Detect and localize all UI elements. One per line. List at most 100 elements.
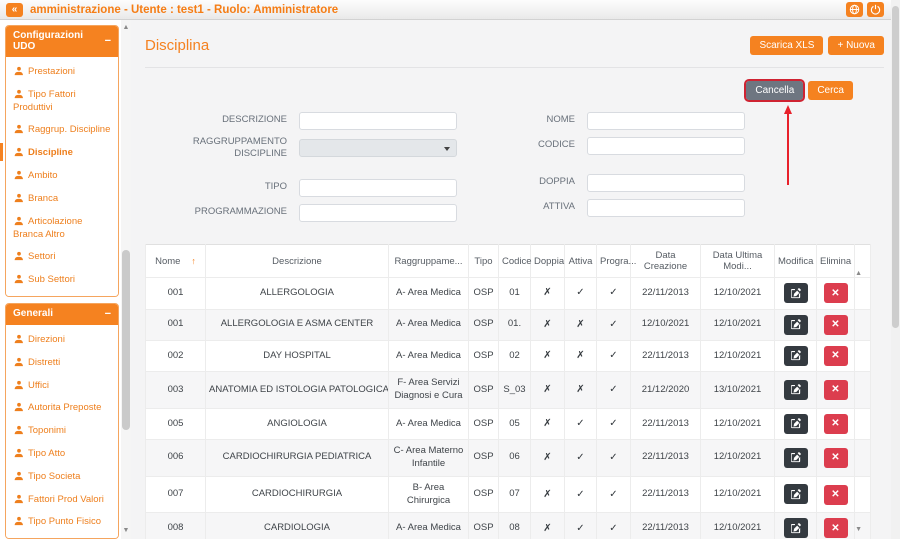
- cell-codice: 07: [499, 476, 531, 513]
- sidebar-item-articolazione-branca-altro[interactable]: Articolazione Branca Altro: [11, 211, 116, 247]
- column-header-codice[interactable]: Codice: [499, 245, 531, 278]
- collapse-minus-icon[interactable]: −: [105, 35, 111, 47]
- delete-button[interactable]: ✕: [824, 315, 848, 335]
- filter-control: [587, 110, 745, 130]
- sidebar-item-tipo-atto[interactable]: Tipo Atto: [11, 443, 116, 466]
- delete-button[interactable]: ✕: [824, 283, 848, 303]
- search-button[interactable]: Cerca: [808, 81, 853, 100]
- scroll-up-icon[interactable]: ▲: [121, 23, 131, 33]
- page-scrollbar[interactable]: [891, 0, 900, 539]
- collapse-minus-icon[interactable]: −: [105, 308, 111, 320]
- page-scrollbar-thumb[interactable]: [892, 6, 899, 328]
- delete-button[interactable]: ✕: [824, 448, 848, 468]
- sidebar-scrollbar-thumb[interactable]: [122, 250, 130, 430]
- cell-tipo: OSP: [469, 278, 499, 309]
- sidebar-item-uffici[interactable]: Uffici: [11, 375, 116, 398]
- cell-data-creazione: 22/11/2013: [631, 513, 701, 539]
- edit-button[interactable]: [784, 518, 808, 538]
- sidebar-collapse-button[interactable]: «: [6, 3, 23, 17]
- check-icon: ✓: [609, 489, 617, 500]
- sidebar-item-sub-settori[interactable]: Sub Settori: [11, 269, 116, 292]
- sidebar-item-raggrup-discipline[interactable]: Raggrup. Discipline: [11, 119, 116, 142]
- table-scroll-up-icon[interactable]: ▲: [855, 270, 862, 277]
- sidebar-scrollbar[interactable]: ▲ ▼: [121, 20, 131, 539]
- sidebar-panel-title: Configurazioni UDO: [13, 30, 105, 52]
- cell-modifica: [775, 340, 817, 371]
- column-header-elimina[interactable]: Elimina: [817, 245, 855, 278]
- sidebar-item-discipline[interactable]: Discipline: [11, 142, 116, 165]
- sidebar-item-ambito[interactable]: Ambito: [11, 165, 116, 188]
- sort-asc-icon[interactable]: ↑: [191, 256, 196, 266]
- person-icon: [13, 402, 23, 412]
- sidebar-item-branca[interactable]: Branca: [11, 188, 116, 211]
- column-header-raggruppame[interactable]: Raggruppame...: [389, 245, 469, 278]
- table-scroll-down-icon[interactable]: ▼: [855, 526, 862, 533]
- person-icon: [13, 494, 23, 504]
- delete-button[interactable]: ✕: [824, 346, 848, 366]
- sidebar-item-distretti[interactable]: Distretti: [11, 352, 116, 375]
- delete-button[interactable]: ✕: [824, 414, 848, 434]
- sidebar-item-prestazioni[interactable]: Prestazioni: [11, 61, 116, 84]
- cell-ragg: B- Area Chirurgica: [389, 476, 469, 513]
- person-icon: [13, 516, 23, 526]
- cell-desc: ANATOMIA ED ISTOLOGIA PATOLOGICA: [206, 372, 389, 409]
- sidebar-item-tipo-punto-fisico[interactable]: Tipo Punto Fisico: [11, 511, 116, 534]
- cell-tipo: OSP: [469, 476, 499, 513]
- column-header-data-ultima-modi[interactable]: Data Ultima Modi...: [701, 245, 775, 278]
- sidebar-item-direzioni[interactable]: Direzioni: [11, 329, 116, 352]
- sidebar-item-autorita-preposte[interactable]: Autorita Preposte: [11, 397, 116, 420]
- cell-codice: 05: [499, 408, 531, 439]
- edit-button[interactable]: [784, 346, 808, 366]
- descrizione-input[interactable]: [299, 112, 457, 130]
- sidebar-item-tipo-fattori-produttivi[interactable]: Tipo Fattori Produttivi: [11, 84, 116, 120]
- tipo-input[interactable]: [299, 179, 457, 197]
- column-header-tipo[interactable]: Tipo: [469, 245, 499, 278]
- sidebar-panel-header-generali[interactable]: Generali−: [6, 304, 118, 325]
- codice-input[interactable]: [587, 137, 745, 155]
- delete-button[interactable]: ✕: [824, 485, 848, 505]
- chevron-down-icon: [444, 147, 450, 151]
- cell-spacer: [855, 476, 871, 513]
- edit-button[interactable]: [784, 414, 808, 434]
- edit-button[interactable]: [784, 283, 808, 303]
- raggruppamento-discipline-select[interactable]: [299, 139, 457, 157]
- edit-button[interactable]: [784, 380, 808, 400]
- x-mark-icon: ✗: [576, 350, 584, 361]
- sidebar-item-toponimi[interactable]: Toponimi: [11, 420, 116, 443]
- doppia-input[interactable]: [587, 174, 745, 192]
- download-xls-button[interactable]: Scarica XLS: [750, 36, 823, 55]
- power-icon[interactable]: [867, 2, 884, 17]
- globe-icon[interactable]: [846, 2, 863, 17]
- cell-attiva: ✗: [565, 309, 597, 340]
- column-header-doppia[interactable]: Doppia: [531, 245, 565, 278]
- programmazione-input[interactable]: [299, 204, 457, 222]
- column-header-data-creazione[interactable]: Data Creazione: [631, 245, 701, 278]
- cell-codice: 01.: [499, 309, 531, 340]
- delete-button[interactable]: ✕: [824, 380, 848, 400]
- column-header-descrizione[interactable]: Descrizione: [206, 245, 389, 278]
- column-header-attiva[interactable]: Attiva: [565, 245, 597, 278]
- cell-data-creazione: 22/11/2013: [631, 476, 701, 513]
- scroll-down-icon[interactable]: ▼: [121, 526, 131, 536]
- column-header-modifica[interactable]: Modifica: [775, 245, 817, 278]
- nome-input[interactable]: [587, 112, 745, 130]
- edit-button[interactable]: [784, 448, 808, 468]
- clear-button[interactable]: Cancella: [746, 81, 803, 100]
- cell-tipo: OSP: [469, 372, 499, 409]
- sidebar-item-tipo-societa[interactable]: Tipo Societa: [11, 466, 116, 489]
- sidebar-panel-header-configurazioni-udo[interactable]: Configurazioni UDO−: [6, 26, 118, 57]
- delete-button[interactable]: ✕: [824, 518, 848, 538]
- edit-button[interactable]: [784, 484, 808, 504]
- sidebar-item-label: Articolazione Branca Altro: [13, 216, 82, 240]
- attiva-input[interactable]: [587, 199, 745, 217]
- column-header-nome[interactable]: Nome↑: [146, 245, 206, 278]
- cell-data-ultima-modifica: 13/10/2021: [701, 372, 775, 409]
- sidebar-item-label: Fattori Prod Valori: [28, 494, 104, 505]
- cell-desc: ANGIOLOGIA: [206, 408, 389, 439]
- sidebar-item-fattori-prod-valori[interactable]: Fattori Prod Valori: [11, 489, 116, 512]
- filter-control: [299, 177, 457, 197]
- edit-button[interactable]: [784, 315, 808, 335]
- sidebar-item-settori[interactable]: Settori: [11, 246, 116, 269]
- new-button[interactable]: + Nuova: [828, 36, 884, 55]
- column-header-progra[interactable]: Progra...: [597, 245, 631, 278]
